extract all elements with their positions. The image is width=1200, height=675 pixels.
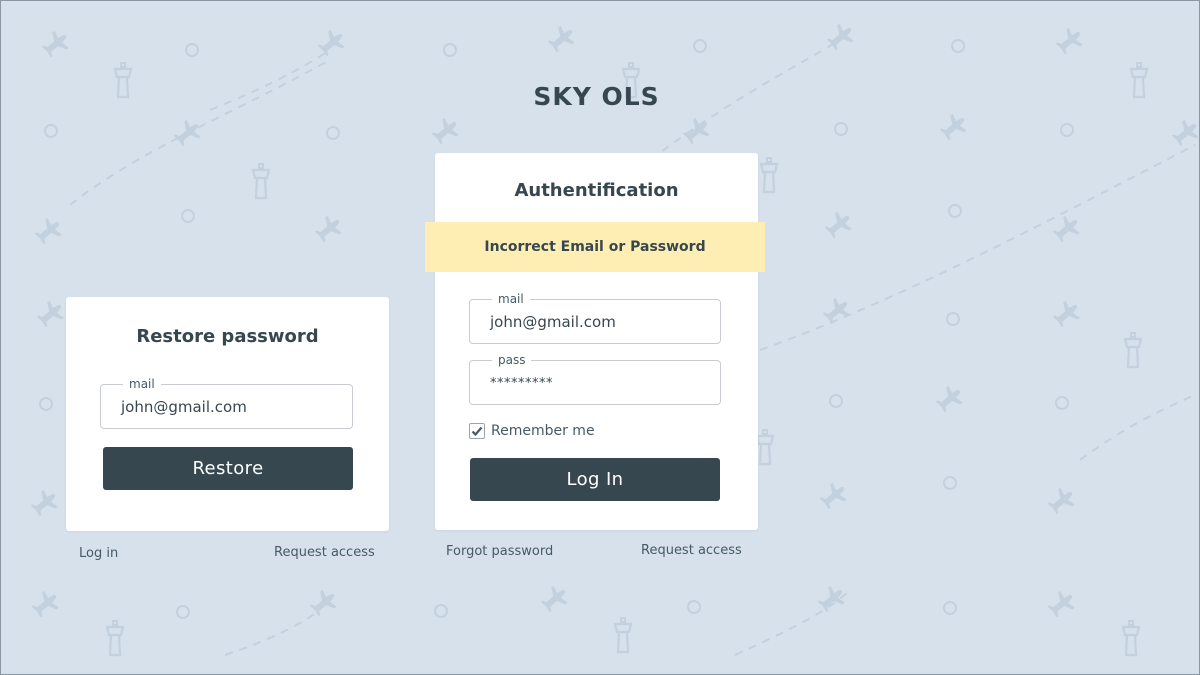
remember-me-checkbox[interactable] bbox=[469, 423, 485, 439]
app-title: SKY OLS bbox=[533, 82, 660, 111]
authentication-card: Authentification mail john@gmail.com pas… bbox=[435, 153, 758, 530]
restore-request-access-link[interactable]: Request access bbox=[274, 545, 375, 560]
remember-me[interactable]: Remember me bbox=[469, 423, 595, 439]
restore-email-field[interactable]: mail john@gmail.com bbox=[100, 376, 353, 429]
auth-card-title: Authentification bbox=[514, 180, 679, 201]
restore-email-legend: mail bbox=[123, 376, 161, 392]
auth-password-field[interactable]: pass ********* bbox=[469, 352, 721, 405]
restore-button[interactable]: Restore bbox=[103, 447, 353, 490]
check-icon bbox=[471, 426, 483, 437]
forgot-password-link[interactable]: Forgot password bbox=[446, 544, 553, 559]
auth-email-value: john@gmail.com bbox=[490, 313, 616, 331]
error-alert: Incorrect Email or Password bbox=[425, 222, 765, 272]
restore-password-card: Restore password mail john@gmail.com Res… bbox=[66, 297, 389, 531]
auth-email-field[interactable]: mail john@gmail.com bbox=[469, 291, 721, 344]
auth-password-legend: pass bbox=[492, 352, 532, 368]
auth-request-access-link[interactable]: Request access bbox=[641, 543, 742, 558]
login-button[interactable]: Log In bbox=[470, 458, 720, 501]
auth-email-legend: mail bbox=[492, 291, 530, 307]
remember-me-label: Remember me bbox=[491, 423, 595, 439]
restore-email-value: john@gmail.com bbox=[121, 398, 247, 416]
login-link[interactable]: Log in bbox=[79, 546, 118, 561]
restore-card-title: Restore password bbox=[136, 326, 319, 347]
auth-password-value: ********* bbox=[490, 376, 553, 391]
